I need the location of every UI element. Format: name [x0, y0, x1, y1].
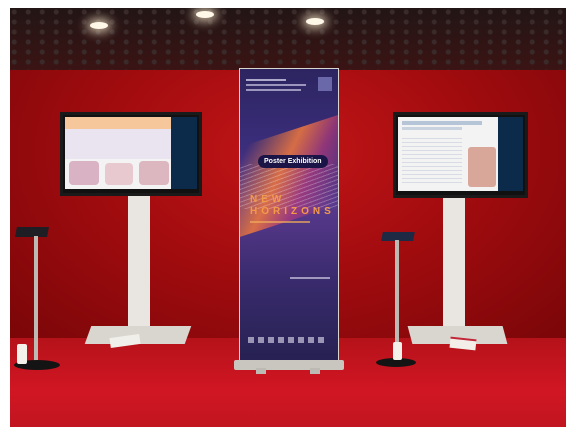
logo-line-1: NEW: [250, 194, 286, 205]
banner-foot: [310, 368, 320, 374]
left-display-sidebar: [171, 117, 197, 189]
cup: [17, 344, 27, 364]
banner-base: [234, 360, 344, 370]
logo-line-2: HORIZONS: [250, 206, 335, 217]
left-lectern-top: [15, 227, 49, 237]
banner-logo-box: [318, 77, 332, 91]
banner-date-line: [290, 277, 330, 279]
banner-footer-logos: [248, 337, 328, 343]
ceiling-light: [306, 18, 324, 25]
ceiling-light: [196, 11, 214, 18]
roll-up-banner: Poster Exhibition NEW HORIZONS: [239, 68, 339, 368]
cup: [393, 342, 402, 360]
new-horizons-logo: NEW HORIZONS: [250, 194, 335, 218]
banner-header-text: [246, 79, 316, 99]
banner-subline: [250, 221, 310, 223]
poster-exhibition-label: Poster Exhibition: [258, 155, 328, 168]
left-display-pole: [128, 196, 150, 336]
ceiling-light: [90, 22, 108, 29]
right-display-poster: [398, 117, 502, 191]
photo-frame: Poster Exhibition NEW HORIZONS: [10, 8, 566, 427]
left-display-screen: [60, 112, 202, 196]
ceiling: [10, 8, 566, 70]
right-display-pole: [443, 196, 465, 336]
banner-foot: [256, 368, 266, 374]
left-lectern-pole: [34, 236, 38, 364]
left-display-poster: [65, 117, 173, 189]
right-display-sidebar: [498, 117, 523, 191]
right-display-screen: [393, 112, 528, 198]
